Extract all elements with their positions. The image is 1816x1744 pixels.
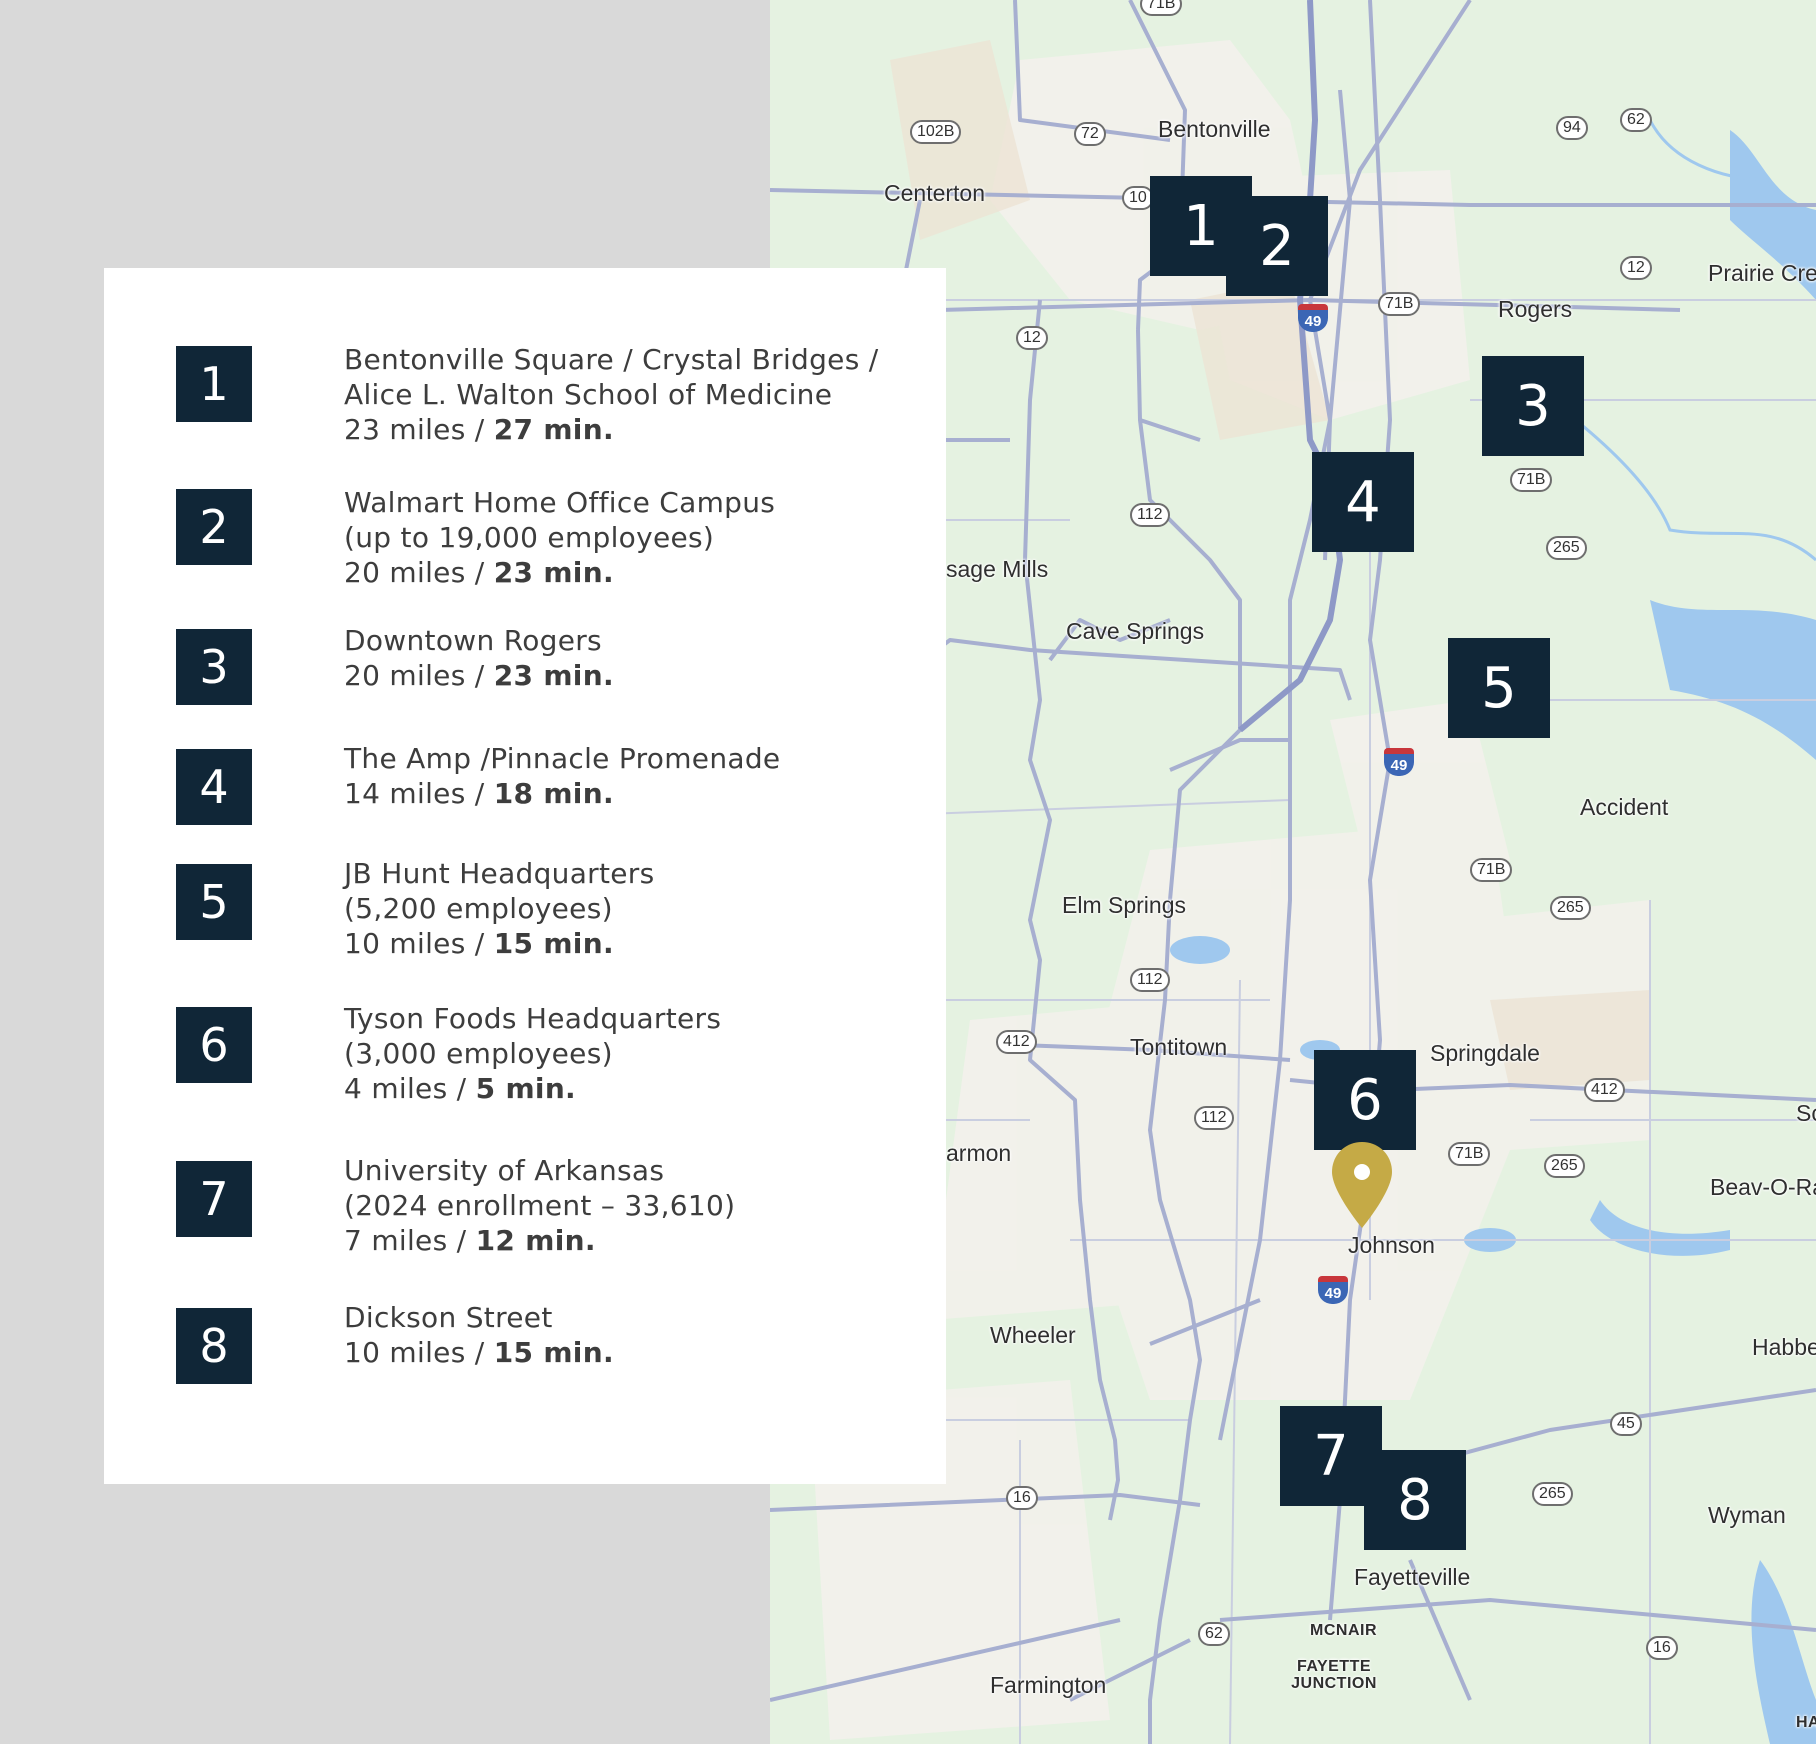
interstate-shield-icon: 49 <box>1298 304 1328 334</box>
legend-number-badge: 6 <box>176 1007 252 1083</box>
route-shield: 62 <box>1198 1622 1230 1646</box>
legend-title-line: Walmart Home Office Campus <box>344 486 776 519</box>
map-marker-5[interactable]: 5 <box>1448 638 1550 738</box>
place-label: Centerton <box>884 180 986 206</box>
place-label: Tontitown <box>1130 1034 1228 1060</box>
route-shield: 45 <box>1610 1412 1642 1436</box>
route-shield: 112 <box>1130 503 1170 527</box>
legend-time: 15 min. <box>493 927 614 960</box>
legend-time: 23 min. <box>493 659 614 692</box>
route-shield: 71B <box>1140 0 1183 16</box>
place-label: Elm Springs <box>1062 892 1186 918</box>
legend-title-line: (5,200 employees) <box>344 892 613 925</box>
legend-distance: 20 miles / <box>344 659 494 692</box>
route-shield: 112 <box>1130 968 1170 992</box>
legend-panel: 1 Bentonville Square / Crystal Bridges /… <box>104 268 946 1484</box>
legend-title-line: (2024 enrollment – 33,610) <box>344 1189 736 1222</box>
place-label: FAYETTE JUNCTION <box>1291 1658 1377 1692</box>
place-label: Johnson <box>1348 1232 1435 1258</box>
legend-title-line: (3,000 employees) <box>344 1037 613 1070</box>
route-shield: 265 <box>1546 536 1587 560</box>
interstate-number: 49 <box>1318 1282 1348 1304</box>
map-marker-8[interactable]: 8 <box>1364 1450 1466 1550</box>
map-marker-4[interactable]: 4 <box>1312 452 1414 552</box>
route-shield: 16 <box>1006 1486 1038 1510</box>
legend-time: 23 min. <box>493 556 614 589</box>
route-shield: 71B <box>1378 292 1421 316</box>
legend-number-badge: 8 <box>176 1308 252 1384</box>
place-label: Springdale <box>1430 1040 1540 1066</box>
interstate-number: 49 <box>1298 310 1328 332</box>
place-label: Beav-O-Ra <box>1710 1174 1816 1200</box>
place-label: armon <box>946 1140 1012 1166</box>
interstate-shield-icon: 49 <box>1318 1276 1348 1306</box>
legend-title-line: Downtown Rogers <box>344 624 602 657</box>
interstate-shield-icon: 49 <box>1384 748 1414 778</box>
route-shield: 71B <box>1470 858 1513 882</box>
place-label: Wheeler <box>990 1322 1076 1348</box>
route-shield: 102B <box>910 120 962 144</box>
map-marker-6[interactable]: 6 <box>1314 1050 1416 1150</box>
legend-distance: 20 miles / <box>344 556 494 589</box>
legend-title-line: University of Arkansas <box>344 1154 665 1187</box>
route-shield: 94 <box>1556 116 1588 140</box>
legend-distance: 23 miles / <box>344 413 494 446</box>
map-marker-2[interactable]: 2 <box>1226 196 1328 296</box>
place-label: Habbe <box>1752 1334 1816 1360</box>
legend-title-line: Bentonville Square / Crystal Bridges / <box>344 343 879 376</box>
legend-title-line: Dickson Street <box>344 1301 553 1334</box>
location-pin-icon[interactable] <box>1330 1140 1394 1230</box>
route-shield: 265 <box>1532 1482 1573 1506</box>
route-shield: 72 <box>1074 122 1106 146</box>
legend-distance: 10 miles / <box>344 927 494 960</box>
legend-time: 18 min. <box>493 777 614 810</box>
legend-time: 15 min. <box>493 1336 614 1369</box>
place-label: Sc <box>1796 1100 1816 1126</box>
route-shield: 265 <box>1544 1154 1585 1178</box>
route-shield: 412 <box>996 1030 1037 1054</box>
place-label: Cave Springs <box>1066 618 1205 644</box>
place-label: Farmington <box>990 1672 1107 1698</box>
route-shield: 412 <box>1584 1078 1625 1102</box>
legend-distance: 4 miles / <box>344 1072 476 1105</box>
legend-title-line: Alice L. Walton School of Medicine <box>344 378 833 411</box>
interstate-number: 49 <box>1384 754 1414 776</box>
legend-number-badge: 1 <box>176 346 252 422</box>
route-shield: 16 <box>1646 1636 1678 1660</box>
legend-distance: 10 miles / <box>344 1336 494 1369</box>
legend-time: 27 min. <box>493 413 614 446</box>
place-label: sage Mills <box>946 556 1049 582</box>
legend-time: 12 min. <box>475 1224 596 1257</box>
legend-number-badge: 7 <box>176 1161 252 1237</box>
legend-title-line: (up to 19,000 employees) <box>344 521 715 554</box>
legend-number-badge: 3 <box>176 629 252 705</box>
place-label: Bentonville <box>1158 116 1271 142</box>
place-label: Rogers <box>1498 296 1573 322</box>
legend-title-line: JB Hunt Headquarters <box>344 857 655 890</box>
place-label: Prairie Cre <box>1708 260 1816 286</box>
place-label: Wyman <box>1708 1502 1786 1528</box>
legend-title-line: Tyson Foods Headquarters <box>344 1002 722 1035</box>
route-shield: 12 <box>1620 256 1652 280</box>
route-shield: 12 <box>1016 326 1048 350</box>
place-label: HA <box>1796 1714 1816 1731</box>
route-shield: 265 <box>1550 896 1591 920</box>
legend-number-badge: 5 <box>176 864 252 940</box>
legend-time: 5 min. <box>475 1072 576 1105</box>
route-shield: 112 <box>1194 1106 1234 1130</box>
legend-number-badge: 4 <box>176 749 252 825</box>
legend-title-line: The Amp /Pinnacle Promenade <box>344 742 781 775</box>
map-marker-3[interactable]: 3 <box>1482 356 1584 456</box>
place-label: Accident <box>1580 794 1669 820</box>
legend-distance: 14 miles / <box>344 777 494 810</box>
route-shield: 71B <box>1510 468 1553 492</box>
legend-distance: 7 miles / <box>344 1224 476 1257</box>
place-label: MCNAIR <box>1310 1622 1377 1639</box>
route-shield: 71B <box>1448 1142 1491 1166</box>
legend-number-badge: 2 <box>176 489 252 565</box>
route-shield: 62 <box>1620 108 1652 132</box>
place-label: Fayetteville <box>1354 1564 1471 1590</box>
